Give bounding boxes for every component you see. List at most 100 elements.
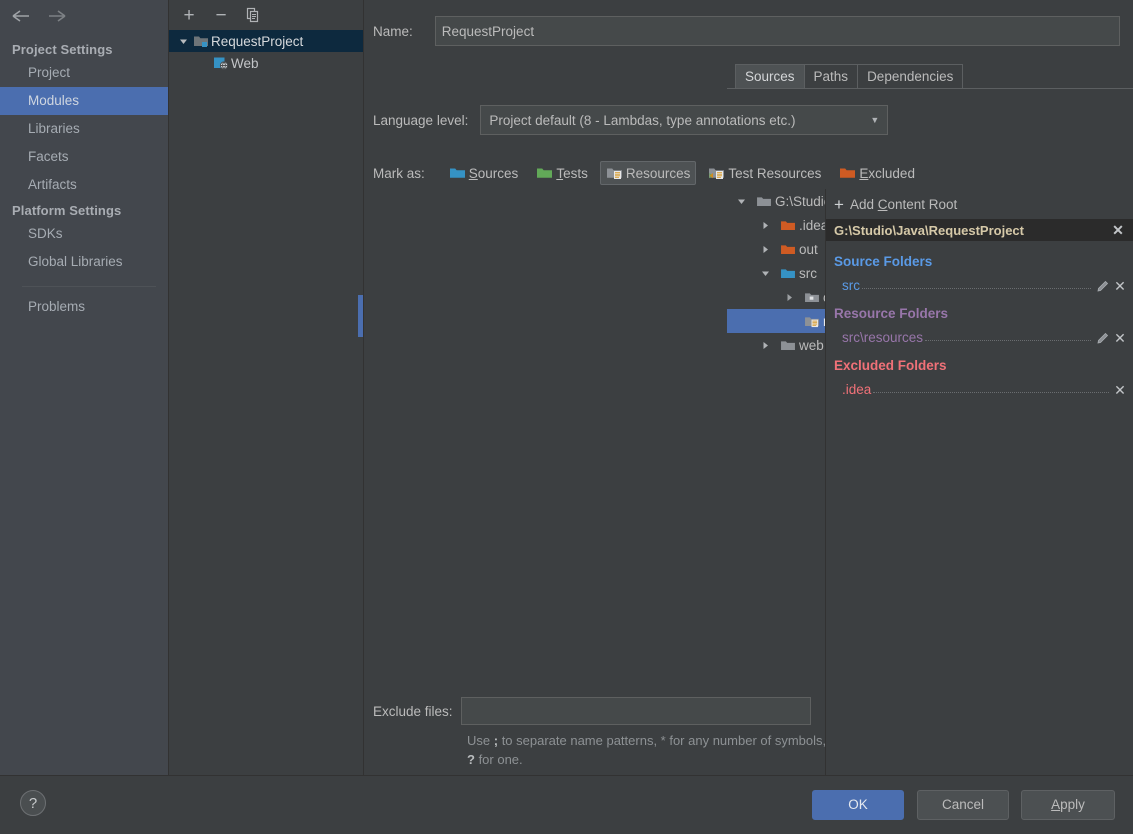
remove-content-root-icon[interactable]: ✕ (1109, 223, 1127, 237)
remove-excluded-folder-icon[interactable]: ✕ (1111, 383, 1129, 397)
folder-sources-icon (777, 267, 799, 280)
forward-arrow-icon[interactable] (44, 6, 70, 26)
add-module-icon[interactable]: + (177, 4, 201, 26)
mark-as-resources-label: Resources (625, 165, 691, 181)
tab-sources[interactable]: Sources (735, 64, 805, 89)
sidebar-group-title-project-settings: Project Settings (12, 42, 113, 57)
mark-as-tests-label: Tests (556, 165, 588, 181)
mark-as-toolbar: Mark as: Sources Tests Resources Test Re… (373, 161, 921, 185)
sidebar-nav (0, 0, 168, 30)
sidebar-item-problems[interactable]: Problems (0, 293, 168, 321)
language-level-label: Language level: (373, 112, 469, 128)
back-arrow-icon[interactable] (8, 6, 34, 26)
ok-button[interactable]: OK (812, 790, 904, 820)
module-tree-row-web[interactable]: Web (169, 52, 363, 74)
mark-as-test-resources-button[interactable]: Test Resources (702, 161, 827, 185)
tab-dependencies[interactable]: Dependencies (857, 64, 964, 89)
expand-triangle-icon[interactable] (175, 37, 191, 46)
help-button[interactable]: ? (20, 790, 46, 816)
add-content-root-label: Add Content Root (849, 196, 958, 212)
folder-resources-icon (801, 315, 823, 328)
exclude-files-label: Exclude files: (373, 703, 453, 719)
collapse-triangle-icon[interactable] (753, 221, 777, 230)
mark-as-label: Mark as: (373, 165, 425, 181)
modules-panel: + − RequestProject Web (168, 0, 363, 775)
content-roots-panel: + Add Content Root G:\Studio\Java\Reques… (825, 189, 1133, 775)
sidebar-item-sdks[interactable]: SDKs (0, 220, 168, 248)
edit-pencil-icon[interactable] (1093, 332, 1111, 345)
expand-triangle-icon[interactable] (753, 269, 777, 278)
remove-resource-folder-icon[interactable]: ✕ (1111, 331, 1129, 345)
sidebar-item-facets[interactable]: Facets (0, 143, 168, 171)
mark-as-test-resources-label: Test Resources (728, 165, 822, 181)
cancel-button[interactable]: Cancel (917, 790, 1009, 820)
collapse-triangle-icon[interactable] (753, 341, 777, 350)
source-folder-row[interactable]: src ✕ (826, 271, 1133, 293)
excluded-folder-row[interactable]: .idea ✕ (826, 375, 1133, 397)
copy-module-icon[interactable] (241, 4, 265, 26)
sidebar-item-global-libraries[interactable]: Global Libraries (0, 248, 168, 276)
mark-as-excluded-button[interactable]: Excluded (833, 161, 921, 185)
sidebar-item-project[interactable]: Project (0, 59, 168, 87)
name-row: Name: (373, 16, 1120, 46)
tree-row-label: web (799, 337, 824, 353)
folder-test-resources-icon (708, 166, 725, 180)
hint-question: ? (467, 752, 475, 767)
mark-as-excluded-label: Excluded (859, 165, 915, 181)
sidebar-divider (22, 286, 156, 287)
modules-toolbar: + − (169, 0, 363, 30)
tab-paths[interactable]: Paths (803, 64, 859, 89)
source-folder-name: src (842, 278, 860, 293)
name-label: Name: (373, 23, 413, 39)
web-facet-icon (211, 56, 231, 70)
excluded-folder-name: .idea (842, 382, 872, 397)
sidebar-item-libraries[interactable]: Libraries (0, 115, 168, 143)
plus-icon: + (183, 4, 195, 26)
folder-icon (753, 195, 775, 208)
language-level-select[interactable]: Project default (8 - Lambdas, type annot… (480, 105, 889, 135)
sidebar-item-modules[interactable]: Modules (0, 87, 168, 115)
expand-triangle-icon[interactable] (729, 197, 753, 206)
folder-package-icon (801, 291, 823, 304)
tree-row-label: out (799, 241, 818, 257)
copy-icon (246, 7, 259, 23)
remove-module-icon[interactable]: − (209, 4, 233, 26)
tree-row-label: .idea (799, 217, 829, 233)
collapse-triangle-icon[interactable] (777, 293, 801, 302)
dialog-button-bar: ? OK Cancel Apply (0, 775, 1133, 834)
mark-as-tests-button[interactable]: Tests (530, 161, 594, 185)
folder-excluded-icon (777, 219, 799, 232)
folder-sources-icon (449, 166, 466, 180)
module-folder-icon (191, 34, 211, 48)
folder-excluded-icon (777, 243, 799, 256)
dotted-filler (873, 381, 1109, 393)
module-tree-row-requestproject[interactable]: RequestProject (169, 30, 363, 52)
exclude-files-input[interactable] (460, 697, 811, 725)
exclude-files-hint: Use ; to separate name patterns, * for a… (467, 731, 827, 769)
resource-folder-name: src\resources (842, 330, 924, 345)
language-level-row: Language level: Project default (8 - Lam… (373, 105, 889, 135)
folder-resources-icon (606, 166, 623, 180)
settings-sidebar: Project Settings Project Modules Librari… (0, 0, 168, 775)
folder-icon (777, 339, 799, 352)
sidebar-item-artifacts[interactable]: Artifacts (0, 171, 168, 199)
mark-as-sources-button[interactable]: Sources (443, 161, 525, 185)
hint-part-2: to separate name patterns, * for any num… (498, 733, 827, 748)
collapse-triangle-icon[interactable] (753, 245, 777, 254)
resource-folder-row[interactable]: src\resources ✕ (826, 323, 1133, 345)
facet-name-label: Web (231, 55, 259, 71)
minus-icon: − (215, 4, 227, 26)
apply-button[interactable]: Apply (1021, 790, 1115, 820)
folder-tests-icon (536, 166, 553, 180)
plus-icon: + (834, 194, 844, 214)
content-root-path: G:\Studio\Java\RequestProject (834, 222, 1024, 238)
module-name-input[interactable] (434, 16, 1120, 46)
edit-pencil-icon[interactable] (1093, 280, 1111, 293)
remove-source-folder-icon[interactable]: ✕ (1111, 279, 1129, 293)
mark-as-resources-button[interactable]: Resources (599, 161, 697, 185)
add-content-root-button[interactable]: + Add Content Root (826, 189, 1133, 219)
sidebar-group-title-platform-settings: Platform Settings (12, 203, 122, 218)
excluded-folders-title: Excluded Folders (834, 358, 947, 373)
dotted-filler (862, 277, 1091, 289)
folder-excluded-icon (839, 166, 856, 180)
